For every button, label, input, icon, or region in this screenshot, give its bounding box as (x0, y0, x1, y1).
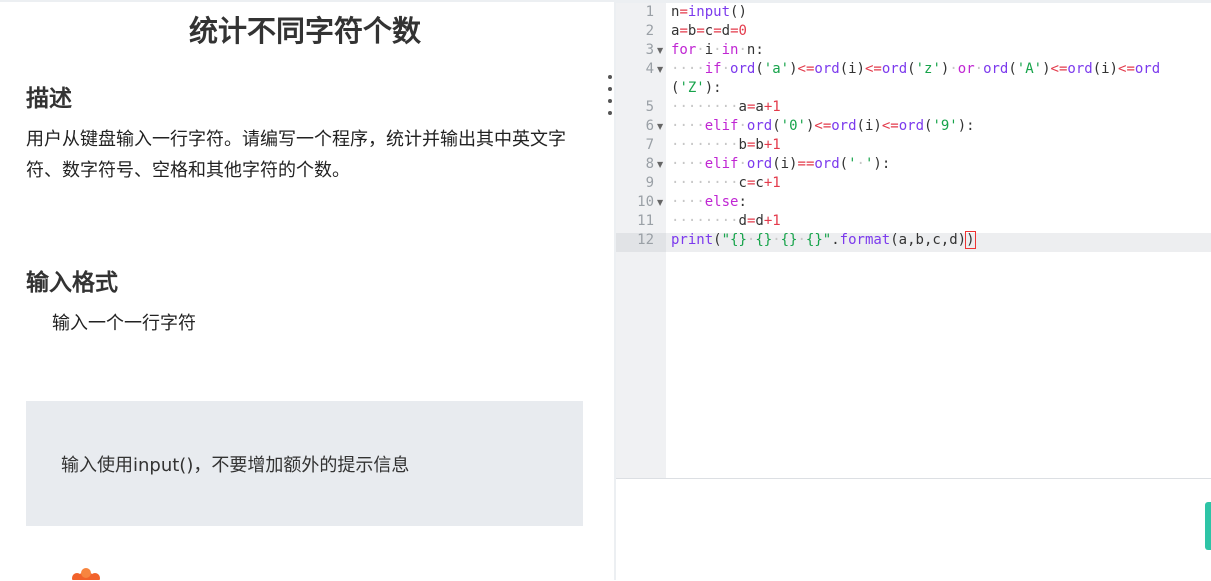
fold-arrow-icon[interactable]: ▼ (657, 117, 663, 136)
note-box: 输入使用input()，不要增加额外的提示信息 (26, 401, 583, 526)
code-line[interactable]: ········b=b+1 (671, 136, 781, 155)
problem-title: 统计不同字符个数 (188, 14, 421, 48)
panel-top-border (0, 0, 615, 2)
code-line[interactable]: ········a=a+1 (671, 98, 781, 117)
drag-handle-icon[interactable] (607, 75, 613, 115)
line-number: 11 (637, 213, 654, 229)
code-line[interactable]: ('Z'): (671, 79, 722, 98)
fold-arrow-icon[interactable]: ▼ (657, 193, 663, 212)
code-line[interactable]: ····elif·ord(i)==ord('·'): (671, 155, 890, 174)
code-line[interactable]: for·i·in·n: (671, 41, 764, 60)
fold-arrow-icon[interactable]: ▼ (657, 41, 663, 60)
code-editor[interactable]: 1 2 3 4 5 6 7 8 9 10 11 12 ▼ ▼ ▼ ▼ ▼ n=i… (616, 0, 1211, 478)
line-number: 4 (645, 61, 654, 77)
code-line[interactable]: a=b=c=d=0 (671, 22, 747, 41)
line-number: 6 (645, 118, 654, 134)
side-tab-handle[interactable] (1205, 502, 1211, 550)
code-line[interactable]: ········c=c+1 (671, 174, 781, 193)
line-number: 5 (645, 99, 654, 115)
line-number: 1 (645, 4, 654, 20)
line-number: 3 (645, 42, 654, 58)
code-line[interactable]: ····if·ord('a')<=ord(i)<=ord('z')·or·ord… (671, 60, 1160, 79)
line-number: 8 (645, 156, 654, 172)
code-line[interactable]: print("{}·{}·{}·{}".format(a,b,c,d)) (671, 231, 976, 250)
code-line[interactable]: ····elif·ord('0')<=ord(i)<=ord('9'): (671, 117, 975, 136)
line-number: 10 (637, 194, 654, 210)
fold-arrow-icon[interactable]: ▼ (657, 60, 663, 79)
description-text: 用户从键盘输入一行字符。请编写一个程序，统计并输出其中英文字符、数字符号、空格和… (26, 129, 566, 181)
line-number: 2 (645, 23, 654, 39)
flower-icon (72, 568, 100, 580)
code-line[interactable]: ····else: (671, 193, 747, 212)
line-number: 9 (645, 175, 654, 191)
code-line[interactable]: n=input() (671, 3, 747, 22)
input-format-text: 输入一个一行字符 (52, 313, 196, 334)
console-panel[interactable] (616, 478, 1211, 581)
line-number: 7 (645, 137, 654, 153)
description-heading: 描述 (26, 86, 72, 112)
note-text: 输入使用input()，不要增加额外的提示信息 (61, 455, 410, 476)
code-line[interactable]: ········d=d+1 (671, 212, 781, 231)
line-number-gutter: 1 2 3 4 5 6 7 8 9 10 11 12 ▼ ▼ ▼ ▼ ▼ (616, 3, 666, 478)
problem-panel: 统计不同字符个数 描述 用户从键盘输入一行字符。请编写一个程序，统计并输出其中英… (0, 0, 615, 580)
input-format-heading: 输入格式 (26, 270, 118, 296)
line-number: 12 (637, 232, 654, 248)
fold-arrow-icon[interactable]: ▼ (657, 155, 663, 174)
